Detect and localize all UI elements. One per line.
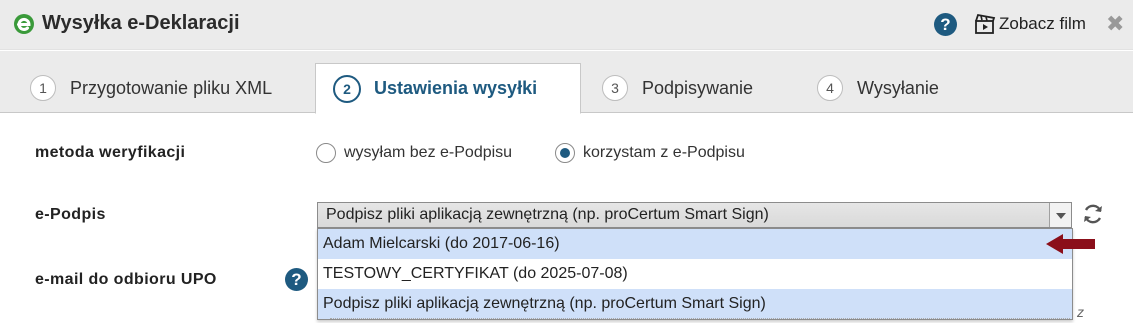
- tab-podpisywanie[interactable]: 3 Podpisywanie: [602, 63, 753, 113]
- epodpis-label: e-Podpis: [35, 206, 106, 223]
- refresh-icon[interactable]: [1080, 201, 1106, 227]
- verification-method-label: metoda weryfikacji: [35, 144, 186, 161]
- tab-step-number: 3: [602, 75, 628, 101]
- radio-with-signature[interactable]: korzystam z e-Podpisu: [555, 143, 745, 163]
- app-logo-icon: [14, 14, 34, 34]
- help-icon[interactable]: ?: [934, 13, 957, 36]
- epodpis-dropdown-list: Adam Mielcarski (do 2017-06-16) TESTOWY_…: [317, 228, 1073, 320]
- partial-text: z: [1077, 304, 1084, 320]
- tab-step-number: 1: [30, 75, 56, 101]
- help-icon[interactable]: ?: [285, 268, 308, 291]
- tab-przygotowanie[interactable]: 1 Przygotowanie pliku XML: [30, 63, 272, 113]
- radio-label: korzystam z e-Podpisu: [583, 144, 745, 161]
- radio-circle: [316, 143, 336, 163]
- divider: [330, 318, 1070, 319]
- tab-label: Przygotowanie pliku XML: [70, 77, 273, 98]
- film-clapper-icon: [975, 13, 996, 34]
- tab-step-number: 2: [333, 74, 361, 103]
- dropdown-option[interactable]: Adam Mielcarski (do 2017-06-16): [318, 229, 1072, 259]
- epodpis-selected-value: Podpisz pliki aplikacją zewnętrzną (np. …: [326, 206, 769, 223]
- tab-label: Ustawienia wysyłki: [374, 78, 538, 98]
- dropdown-option[interactable]: Podpisz pliki aplikacją zewnętrzną (np. …: [318, 289, 1072, 319]
- watch-film-label: Zobacz film: [999, 14, 1086, 33]
- radio-without-signature[interactable]: wysyłam bez e-Podpisu: [316, 143, 512, 163]
- watch-film-button[interactable]: Zobacz film: [973, 12, 1086, 36]
- tab-step-number: 4: [817, 75, 843, 101]
- radio-circle-checked: [555, 143, 575, 163]
- tab-ustawienia[interactable]: 2 Ustawienia wysyłki: [315, 63, 581, 114]
- close-icon[interactable]: ✖: [1106, 12, 1124, 36]
- window-title: Wysyłka e-Deklaracji: [42, 12, 240, 34]
- upo-email-label: e-mail do odbioru UPO: [35, 271, 217, 288]
- chevron-down-icon[interactable]: [1049, 203, 1071, 227]
- pointer-arrow-icon: [1046, 234, 1095, 254]
- tab-wysylanie[interactable]: 4 Wysyłanie: [817, 63, 939, 113]
- radio-label: wysyłam bez e-Podpisu: [344, 144, 513, 161]
- tab-label: Wysyłanie: [857, 77, 939, 98]
- tab-label: Podpisywanie: [642, 77, 754, 98]
- epodpis-select[interactable]: Podpisz pliki aplikacją zewnętrzną (np. …: [317, 202, 1072, 228]
- dropdown-option[interactable]: TESTOWY_CERTYFIKAT (do 2025-07-08): [318, 259, 1072, 289]
